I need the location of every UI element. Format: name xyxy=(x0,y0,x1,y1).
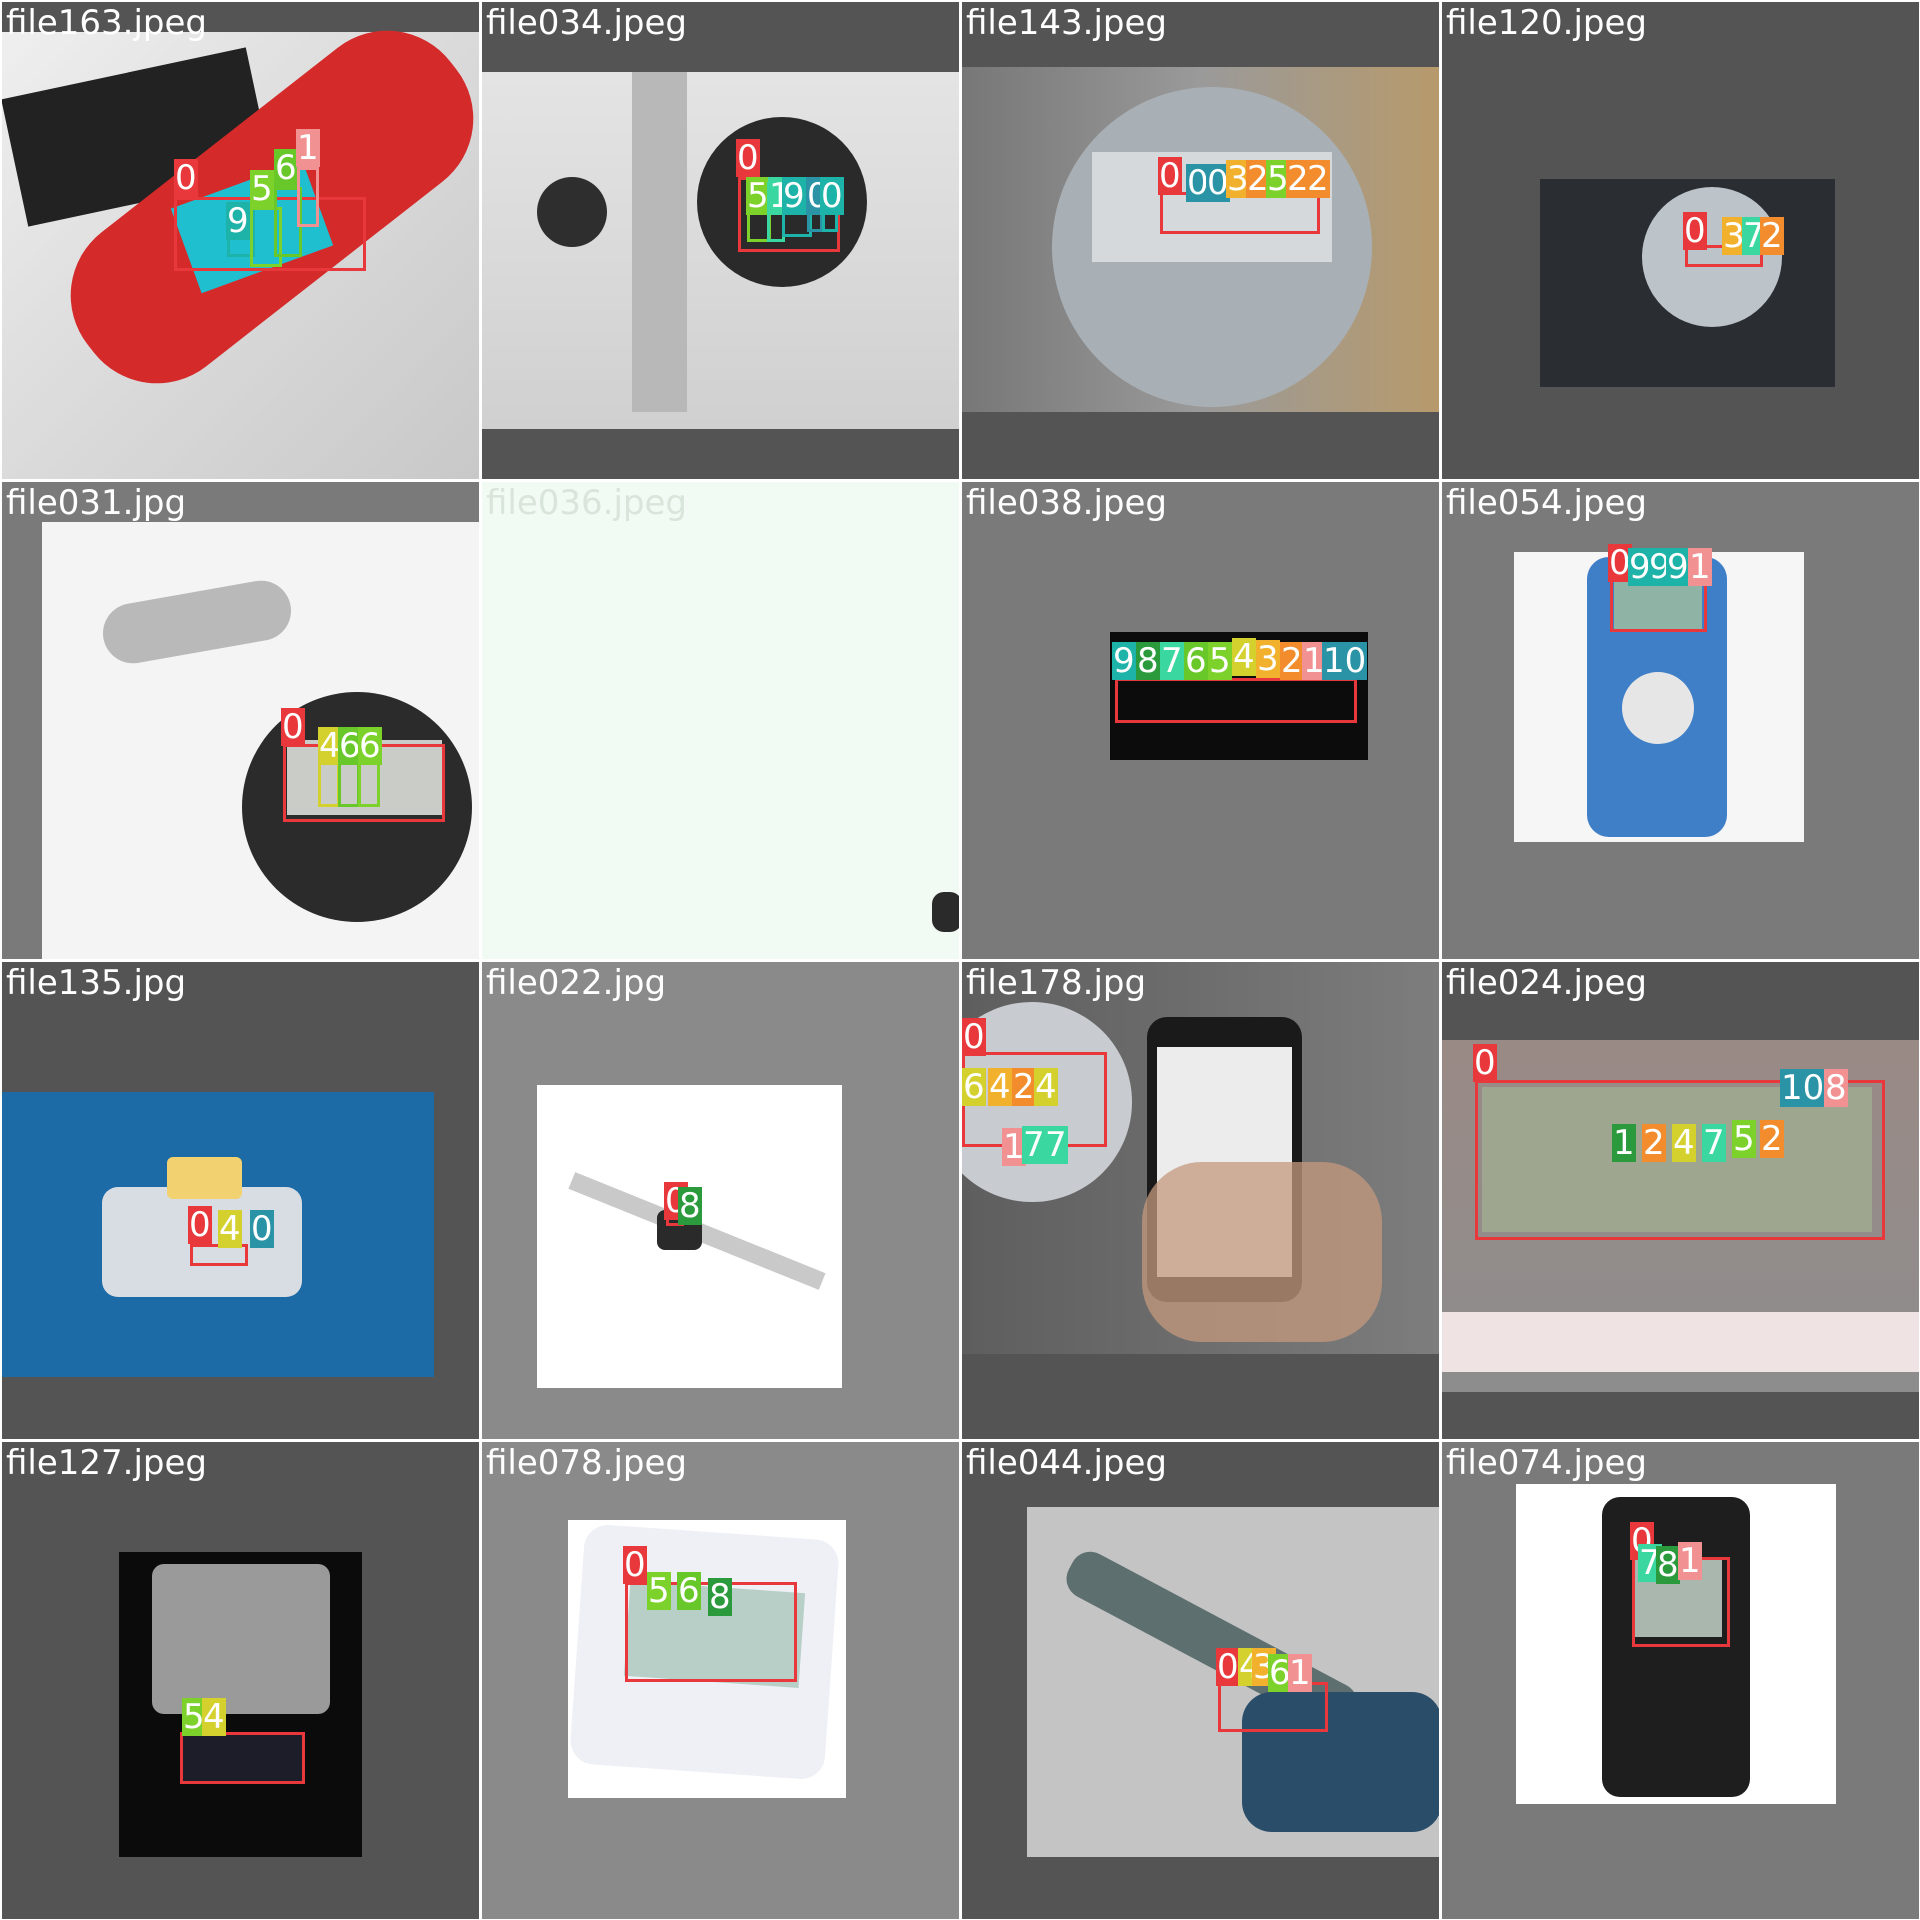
manometer-body xyxy=(1602,1497,1750,1797)
knob xyxy=(537,177,607,247)
tile-7[interactable]: file038.jpeg 9 8 7 6 5 4 3 2 1 10 xyxy=(962,482,1439,959)
device-corner xyxy=(932,892,959,932)
mosaic-grid: file163.jpeg 0 9 5 6 1 file034.jpeg 0 5 … xyxy=(0,0,1920,1920)
label-7: 7 xyxy=(1702,1123,1726,1163)
label-0: 0 xyxy=(962,1017,986,1057)
file-name: file143.jpeg xyxy=(966,3,1168,43)
label-9: 9 xyxy=(1112,641,1136,681)
label-9: 9 xyxy=(226,201,250,241)
label-9: 9 xyxy=(782,176,806,216)
label-0b: 0 xyxy=(250,1209,274,1249)
tile-11[interactable]: file178.jpg 0 6 4 2 4 1 7 7 xyxy=(962,962,1439,1439)
label-2: 2 xyxy=(1012,1067,1036,1107)
tile-3[interactable]: file143.jpeg 0 0 0 3 2 5 2 2 xyxy=(962,2,1439,479)
label-7: 7 xyxy=(1022,1125,1046,1165)
tile-16[interactable]: file074.jpeg 0 7 8 1 xyxy=(1442,1442,1919,1919)
hand xyxy=(1142,1162,1382,1342)
label-0c: 0 xyxy=(820,176,844,216)
label-1: 1 xyxy=(1288,1653,1312,1693)
label-0: 0 xyxy=(281,707,305,747)
label-4: 4 xyxy=(202,1697,226,1737)
label-0: 0 xyxy=(1473,1043,1497,1083)
label-5: 5 xyxy=(250,169,274,209)
tile-2[interactable]: file034.jpeg 0 5 1 9 0 0 xyxy=(482,2,959,479)
bbox-row xyxy=(1115,678,1357,723)
file-name: file034.jpeg xyxy=(486,3,688,43)
tile-5[interactable]: file031.jpg 0 4 6 6 xyxy=(2,482,479,959)
file-name: file054.jpeg xyxy=(1446,483,1648,523)
label-1: 1 xyxy=(296,128,320,168)
label-4b: 4 xyxy=(1034,1067,1058,1107)
label-4: 4 xyxy=(1232,637,1256,677)
file-name: file074.jpeg xyxy=(1446,1443,1648,1483)
label-1: 8 xyxy=(1824,1068,1848,1108)
scale-plate xyxy=(152,1564,330,1714)
file-name: file078.jpeg xyxy=(486,1443,688,1483)
tile-15[interactable]: file044.jpeg 0 4 3 6 1 xyxy=(962,1442,1439,1919)
label-10: 10 xyxy=(1780,1068,1826,1108)
label-8: 8 xyxy=(1136,641,1160,681)
label-7: 7 xyxy=(1160,641,1184,681)
label-1: 1 xyxy=(1688,547,1712,587)
label-4: 4 xyxy=(988,1067,1012,1107)
label-10: 10 xyxy=(1322,641,1368,681)
label-1: 1 xyxy=(1678,1541,1702,1581)
label-8: 8 xyxy=(678,1186,702,1226)
label-8: 1 xyxy=(1612,1123,1636,1163)
file-name: file031.jpg xyxy=(6,483,187,523)
label-0: 0 xyxy=(736,138,760,178)
label-0: 0 xyxy=(174,158,198,198)
label-5: 5 xyxy=(1208,641,1232,681)
file-name: file044.jpeg xyxy=(966,1443,1168,1483)
label-3: 3 xyxy=(1256,639,1280,679)
tile-1[interactable]: file163.jpeg 0 9 5 6 1 xyxy=(2,2,479,479)
file-name: file036.jpeg xyxy=(486,483,688,523)
label-6: 6 xyxy=(962,1067,986,1107)
label-8: 8 xyxy=(1656,1545,1680,1585)
label-5: 5 xyxy=(1732,1119,1756,1159)
tile-13[interactable]: file127.jpeg 5 4 xyxy=(2,1442,479,1919)
tile-14[interactable]: file078.jpeg 0 5 6 8 xyxy=(482,1442,959,1919)
file-name: file022.jpg xyxy=(486,963,667,1003)
label-9c: 9 xyxy=(1666,547,1690,587)
tile-4[interactable]: file120.jpeg 0 3 7 2 xyxy=(1442,2,1919,479)
label-4: 4 xyxy=(1672,1123,1696,1163)
tile-9[interactable]: file135.jpg 0 4 0 xyxy=(2,962,479,1439)
cheese xyxy=(167,1157,242,1199)
label-2: 2 xyxy=(1642,1123,1666,1163)
tile-8[interactable]: file054.jpeg 0 9 9 9 1 xyxy=(1442,482,1919,959)
label-2c: 2 xyxy=(1306,159,1330,199)
label-0: 0 xyxy=(623,1545,647,1585)
label-2b: 2 xyxy=(1760,1119,1784,1159)
label-0: 0 xyxy=(1158,156,1182,196)
bbox-screen xyxy=(180,1732,305,1784)
file-name: file163.jpeg xyxy=(6,3,208,43)
file-name: file135.jpg xyxy=(6,963,187,1003)
label-2: 2 xyxy=(1280,641,1304,681)
bbox-1 xyxy=(297,167,319,227)
label-6: 6 xyxy=(1184,641,1208,681)
label-6b: 6 xyxy=(358,726,382,766)
label-0: 0 xyxy=(1216,1647,1240,1687)
label-0: 0 xyxy=(188,1205,212,1245)
tile-12[interactable]: file024.jpeg 0 10 8 1 2 4 7 5 2 8 xyxy=(1442,962,1919,1439)
stand-post xyxy=(632,72,687,412)
label-8: 8 xyxy=(708,1577,732,1617)
label-6: 6 xyxy=(677,1571,701,1611)
file-name: file127.jpeg xyxy=(6,1443,208,1483)
file-name: file038.jpeg xyxy=(966,483,1168,523)
label-7b: 7 xyxy=(1044,1125,1068,1165)
tile-10[interactable]: file022.jpg 0 8 xyxy=(482,962,959,1439)
file-name: file024.jpeg xyxy=(1446,963,1648,1003)
label-6: 6 xyxy=(274,148,298,188)
label-2: 2 xyxy=(1760,216,1784,256)
label-0: 0 xyxy=(1683,211,1707,251)
label-4: 4 xyxy=(218,1209,242,1249)
rotary-dial xyxy=(1622,672,1694,744)
label-5: 5 xyxy=(647,1571,671,1611)
file-name: file178.jpg xyxy=(966,963,1147,1003)
tile-6[interactable]: file036.jpeg xyxy=(482,482,959,959)
file-name: file120.jpeg xyxy=(1446,3,1648,43)
watermark-strip xyxy=(1442,1312,1919,1372)
